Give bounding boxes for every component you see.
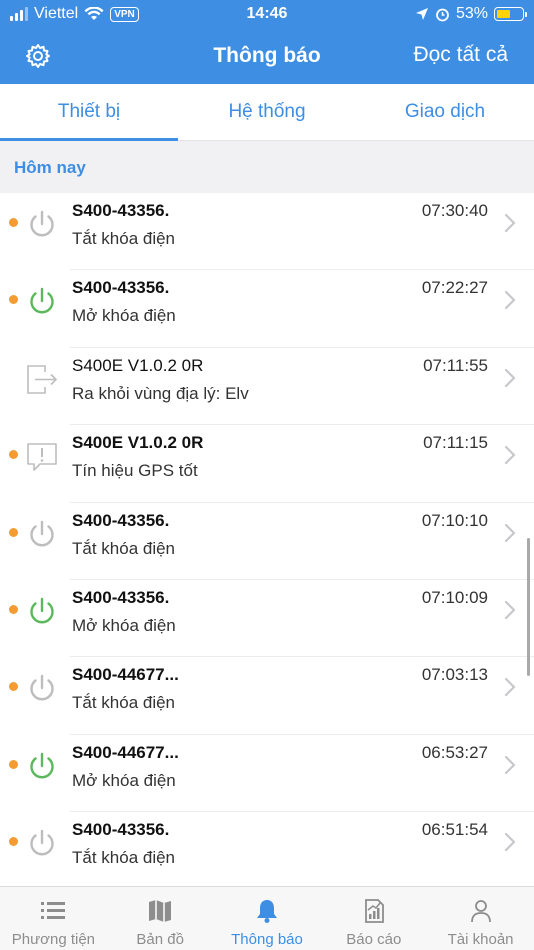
tab-bar: Thiết bị Hệ thống Giao dịch <box>0 84 534 141</box>
notification-message: Mở khóa điện <box>72 306 176 326</box>
notification-time: 07:11:15 <box>423 433 488 453</box>
notification-time: 07:10:09 <box>421 587 488 607</box>
notification-message: Mở khóa điện <box>72 770 176 790</box>
nav-item-vehicles[interactable]: Phương tiện <box>0 887 107 950</box>
device-name: S400E V1.0.2 0R <box>72 355 204 375</box>
nav-item-reports[interactable]: Báo cáo <box>320 887 427 950</box>
chevron-right-icon <box>504 291 516 310</box>
notification-row[interactable]: S400E V1.0.2 0R Tín hiệu GPS tốt 07:11:15 <box>0 425 534 503</box>
unread-dot <box>9 450 18 460</box>
bell-icon <box>256 900 277 923</box>
notification-time: 06:53:27 <box>421 742 488 762</box>
nav-item-map[interactable]: Bản đồ <box>107 887 214 950</box>
notification-row[interactable]: S400E V1.0.2 0R Ra khỏi vùng địa lý: Elv 0… <box>0 347 534 426</box>
nav-label: Báo cáo <box>346 931 402 948</box>
bottom-nav: Phương tiện Bản đồ Thông báo Báo cáo Tài… <box>0 886 534 950</box>
tab-transactions[interactable]: Giao dịch <box>356 84 534 140</box>
chevron-right-icon <box>504 446 516 465</box>
power-on-icon <box>25 284 59 318</box>
section-title: Hôm nay <box>14 158 86 177</box>
notification-row[interactable]: S400-43356. Mở khóa điện 07:10:09 <box>0 579 534 658</box>
chevron-right-icon <box>504 755 516 774</box>
battery-icon <box>494 7 527 21</box>
user-icon <box>470 900 491 923</box>
unread-dot <box>9 527 18 537</box>
chevron-right-icon <box>504 368 516 387</box>
tab-devices[interactable]: Thiết bị <box>0 84 178 141</box>
unread-dot <box>9 604 18 614</box>
power-on-icon <box>25 749 59 783</box>
exit-zone-icon <box>25 362 59 396</box>
device-name: S400-44677... <box>72 665 179 685</box>
status-right: 53% <box>415 5 527 23</box>
notification-message: Tắt khóa điện <box>72 538 176 558</box>
power-off-icon <box>25 207 59 241</box>
notification-time: 06:51:54 <box>421 820 488 840</box>
chevron-right-icon <box>504 213 516 233</box>
notification-row[interactable]: S400-43356. Tắt khóa điện 06:51:54 <box>0 812 534 890</box>
section-header: Hôm nay <box>0 141 534 193</box>
notification-list: S400-43356. Tắt khóa điện 07:30:40 S400-433… <box>0 193 534 890</box>
location-arrow-icon <box>415 8 428 20</box>
nav-item-account[interactable]: Tài khoản <box>427 887 534 950</box>
notification-row[interactable]: S400-43356. Tắt khóa điện 07:10:10 <box>0 502 534 581</box>
nav-label: Thông báo <box>231 931 303 948</box>
nav-label: Phương tiện <box>11 931 96 948</box>
chevron-right-icon <box>504 833 516 852</box>
unread-dot <box>9 295 18 305</box>
notification-row[interactable]: S400-43356. Tắt khóa điện 07:30:40 <box>0 193 534 271</box>
scrollbar[interactable] <box>527 538 530 676</box>
app-header: Viettel VPN 14:46 53% Thông báo Đọc tất … <box>0 0 534 84</box>
power-off-icon <box>25 517 59 551</box>
notification-message: Tắt khóa điện <box>72 693 176 713</box>
notification-message: Ra khỏi vùng địa lý: Elv <box>72 383 249 403</box>
notification-message: Tắt khóa điện <box>72 848 176 868</box>
device-name: S400E V1.0.2 0R <box>72 433 204 453</box>
battery-percent: 53% <box>455 5 488 22</box>
map-icon <box>149 900 172 922</box>
alarm-icon <box>436 8 449 21</box>
notification-message: Tắt khóa điện <box>72 229 176 248</box>
tab-system[interactable]: Hệ thống <box>178 84 356 140</box>
status-bar: Viettel VPN 14:46 53% <box>0 0 534 30</box>
device-name: S400-43356. <box>72 278 170 298</box>
notification-time: 07:03:13 <box>421 665 488 685</box>
unread-dot <box>9 682 18 692</box>
read-all-button[interactable]: Đọc tất cả <box>413 43 508 67</box>
device-name: S400-44677... <box>72 742 179 762</box>
chevron-right-icon <box>504 523 516 542</box>
notification-time: 07:10:10 <box>421 510 488 530</box>
device-name: S400-43356. <box>72 201 170 220</box>
list-icon <box>41 902 66 919</box>
notification-message: Mở khóa điện <box>72 615 176 635</box>
nav-label: Bản đồ <box>136 931 184 948</box>
power-off-icon <box>25 826 59 860</box>
notification-row[interactable]: S400-44677... Mở khóa điện 06:53:27 <box>0 734 534 813</box>
notification-row[interactable]: S400-43356. Mở khóa điện 07:22:27 <box>0 270 534 349</box>
nav-item-notifications[interactable]: Thông báo <box>214 887 321 950</box>
message-alert-icon <box>25 439 59 473</box>
notification-time: 07:11:55 <box>423 355 488 375</box>
power-on-icon <box>25 594 59 628</box>
device-name: S400-43356. <box>72 510 170 530</box>
power-off-icon <box>25 671 59 705</box>
nav-label: Tài khoản <box>447 931 514 948</box>
unread-dot <box>9 759 18 769</box>
notification-message: Tín hiệu GPS tốt <box>72 461 198 481</box>
device-name: S400-43356. <box>72 587 170 607</box>
chevron-right-icon <box>504 600 516 620</box>
notification-time: 07:30:40 <box>421 201 488 220</box>
nav-bar: Thông báo Đọc tất cả <box>0 32 534 82</box>
chevron-right-icon <box>504 678 516 697</box>
device-name: S400-43356. <box>72 820 170 840</box>
notification-time: 07:22:27 <box>421 278 488 298</box>
unread-dot <box>9 218 18 227</box>
unread-dot <box>9 837 18 847</box>
report-icon <box>364 899 384 923</box>
notification-row[interactable]: S400-44677... Tắt khóa điện 07:03:13 <box>0 657 534 736</box>
